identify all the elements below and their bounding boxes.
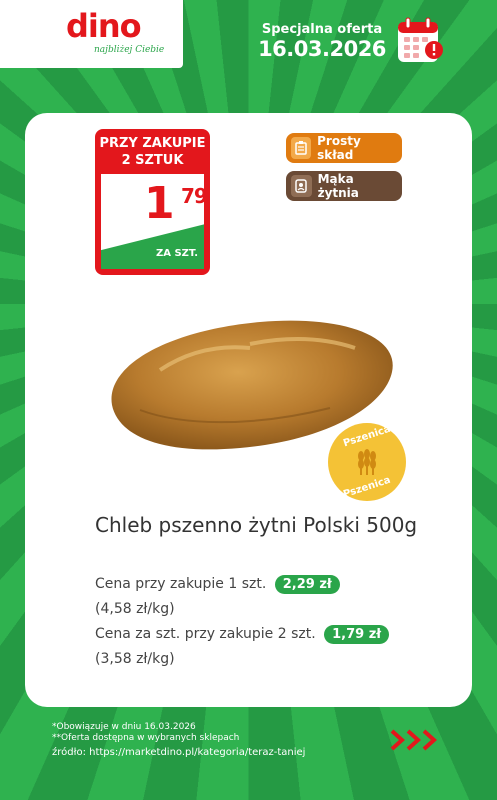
price-condition: PRZY ZAKUPIE 2 SZTUK: [95, 135, 210, 169]
chevrons-right-icon[interactable]: [388, 728, 448, 752]
chip-label: Prosty skład: [317, 134, 361, 162]
offer-date: 16.03.2026: [258, 37, 386, 61]
price-double-label: Cena za szt. przy zakupie 2 szt.: [95, 626, 316, 642]
logo-wordmark: dino: [66, 7, 142, 45]
unit-price-double: (3,58 zł/kg): [95, 651, 175, 667]
price-single-label: Cena przy zakupie 1 szt.: [95, 576, 267, 592]
footer-notes: *Obowiązuje w dniu 16.03.2026 **Oferta d…: [52, 722, 305, 758]
price-unit: ZA SZT.: [155, 248, 198, 259]
price-single-pill: 2,29 zł: [274, 575, 340, 594]
price-panel: 1 79 ZA SZT.: [101, 174, 204, 269]
logo-tagline: najbliżej Ciebie: [94, 45, 165, 55]
price-double-pill: 1,79 zł: [324, 625, 390, 644]
footer-note-2: **Oferta dostępna w wybranych sklepach: [52, 733, 240, 743]
chip-label: Mąka żytnia: [317, 172, 359, 200]
price-single-row: Cena przy zakupie 1 szt. 2,29 zł: [95, 575, 340, 594]
logo[interactable]: dino najbliżej Ciebie: [0, 0, 183, 68]
price-decimal: 79: [181, 184, 204, 208]
calendar-alert-icon: [398, 17, 443, 62]
wheat-icon: [358, 449, 376, 475]
rye-flour-icon: [291, 175, 312, 197]
chip-simple-ingredients: Prosty skład: [286, 133, 402, 163]
price-double-row: Cena za szt. przy zakupie 2 szt. 1,79 zł: [95, 625, 390, 644]
price-condition-line2: 2 SZTUK: [121, 153, 184, 168]
offer-header: Specjalna oferta 16.03.2026: [257, 22, 387, 61]
footer-note-1: *Obowiązuje w dniu 16.03.2026: [52, 722, 196, 732]
price-condition-line1: PRZY ZAKUPIE: [99, 136, 206, 151]
product-name: Chleb pszenno żytni Polski 500g: [95, 513, 418, 537]
simple-ingredients-icon: [291, 137, 312, 159]
price-tag: PRZY ZAKUPIE 2 SZTUK 1 79 ZA SZT.: [95, 129, 210, 275]
footer-source: źródło: https://marketdino.pl/kategoria/…: [52, 747, 306, 758]
unit-price-single: (4,58 zł/kg): [95, 601, 175, 617]
price-integer: 1: [144, 178, 175, 229]
offer-title: Specjalna oferta: [261, 22, 383, 37]
wheat-badge: Pszenica Pszenica: [328, 423, 406, 501]
chip-rye-flour: Mąka żytnia: [286, 171, 402, 201]
